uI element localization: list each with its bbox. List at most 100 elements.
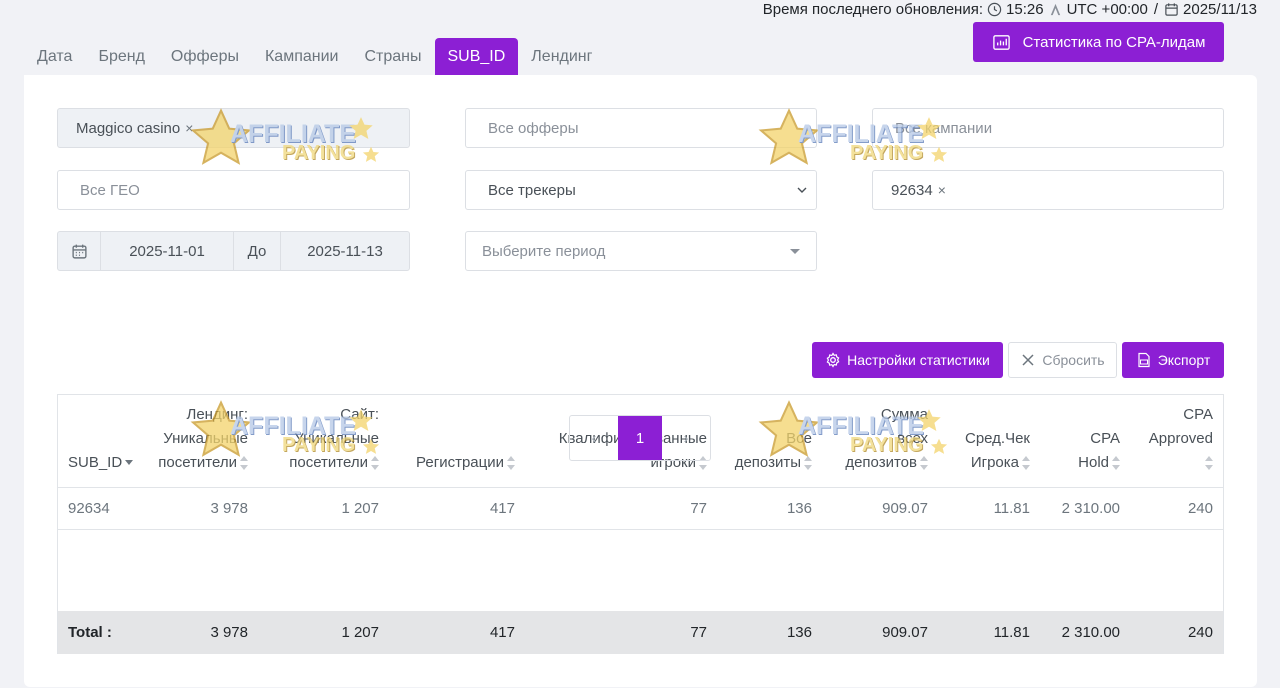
period-placeholder: Выберите период [482, 242, 606, 260]
col-avg-check[interactable]: Сред.Чек Игрока [938, 395, 1040, 487]
calendar-icon [1165, 2, 1178, 16]
cell-site-unique: 1 207 [258, 486, 389, 530]
sort-icon [920, 455, 928, 470]
total-cpa-hold: 2 310.00 [1061, 624, 1120, 641]
total-landing-unique: 3 978 [210, 624, 248, 641]
total-avg-check: 11.81 [993, 624, 1030, 641]
timezone-icon [1050, 3, 1060, 15]
cpa-leads-stats-button[interactable]: Статистика по CPA-лидам [973, 22, 1224, 62]
brand-select[interactable]: Maggico casino × [57, 108, 410, 148]
campaigns-select[interactable]: Все кампании [872, 108, 1224, 148]
last-update-label: Время последнего обновления: [762, 0, 984, 18]
total-label: Total : [68, 624, 112, 641]
close-icon [1022, 354, 1034, 366]
trackers-value: Все трекеры [488, 181, 576, 199]
stats-table: SUB_ID Лендинг: Уникальные посетители Сайт… [57, 394, 1224, 654]
stats-settings-label: Настройки статистики [847, 352, 990, 368]
tab-campaigns[interactable]: Кампании [252, 38, 352, 75]
col-deposits-sum[interactable]: Сумма всех депозитов [822, 395, 938, 487]
cell-sub-id: 92634 [58, 486, 148, 530]
offers-placeholder: Все офферы [488, 119, 579, 137]
last-update-bar: Время последнего обновления: 15:26 UTC +… [763, 0, 1257, 18]
sort-icon [1205, 455, 1213, 470]
period-select[interactable]: Выберите период [465, 231, 817, 271]
col-registrations[interactable]: Регистрации [389, 395, 525, 487]
date-range-picker: 2025-11-01 До 2025-11-13 [57, 231, 410, 271]
col-sub-id[interactable]: SUB_ID [58, 395, 148, 487]
geo-placeholder: Все ГЕО [80, 181, 140, 199]
subid-tag-label: 92634 [891, 181, 933, 199]
cell-cpa-approved: 240 [1130, 486, 1223, 530]
tab-countries[interactable]: Страны [351, 38, 434, 75]
chevron-down-icon [797, 187, 807, 193]
calendar-icon [71, 244, 87, 259]
col-cpa-approved[interactable]: CPA Approved [1130, 395, 1223, 487]
export-button[interactable]: Экспорт [1122, 342, 1224, 378]
total-site-unique: 1 207 [341, 624, 379, 641]
date-to-input[interactable]: 2025-11-13 [281, 232, 409, 270]
pagination: ‹ 1 › [569, 415, 711, 461]
export-label: Экспорт [1157, 352, 1211, 368]
date-to-label: До [234, 232, 281, 270]
subid-tag-remove[interactable]: × [938, 182, 946, 198]
pagination-next[interactable]: › [662, 416, 710, 460]
sort-icon [507, 455, 515, 470]
tab-sub-id[interactable]: SUB_ID [434, 38, 519, 75]
reset-label: Сбросить [1042, 352, 1105, 368]
col-cpa-hold[interactable]: CPA Hold [1040, 395, 1130, 487]
tab-date[interactable]: Дата [24, 38, 85, 75]
col-landing-unique[interactable]: Лендинг: Уникальные посетители [148, 395, 258, 487]
table-row: 92634 3 978 1 207 417 77 136 909.07 11.8… [58, 486, 1223, 530]
total-deposits-sum: 909.07 [882, 624, 928, 641]
subid-select[interactable]: 92634 × [872, 170, 1224, 210]
stats-settings-button[interactable]: Настройки статистики [812, 342, 1003, 378]
brand-tag: Maggico casino × [76, 120, 193, 137]
tab-landing[interactable]: Лендинг [518, 38, 605, 75]
cpa-leads-stats-label: Статистика по CPA-лидам [1022, 33, 1206, 51]
cell-registrations: 417 [389, 486, 525, 530]
clock-icon [987, 2, 1002, 16]
pagination-prev[interactable]: ‹ [570, 416, 618, 460]
subid-tag: 92634 × [891, 182, 946, 199]
cell-qualified-players: 77 [525, 486, 717, 530]
col-site-unique[interactable]: Сайт: Уникальные посетители [258, 395, 389, 487]
col-all-deposits[interactable]: Все депозиты [717, 395, 822, 487]
reset-button[interactable]: Сбросить [1008, 342, 1117, 378]
cell-deposits-sum: 909.07 [822, 486, 938, 530]
cell-avg-check: 11.81 [938, 486, 1040, 530]
total-registrations: 417 [489, 624, 515, 641]
chart-icon [992, 34, 1010, 50]
last-update-time: 15:26 [1006, 0, 1044, 18]
date-from-input[interactable]: 2025-11-01 [101, 232, 234, 270]
tab-brand[interactable]: Бренд [85, 38, 157, 75]
caret-down-icon [790, 249, 800, 254]
report-tabs: Дата Бренд Офферы Кампании Страны SUB_ID… [24, 38, 605, 75]
brand-tag-remove[interactable]: × [185, 120, 193, 136]
total-cpa-approved: 240 [1187, 624, 1213, 641]
total-all-deposits: 136 [786, 624, 812, 641]
tab-offers[interactable]: Офферы [158, 38, 252, 75]
offers-select[interactable]: Все офферы [465, 108, 817, 148]
sort-icon [804, 455, 812, 470]
totals-row: Total : 3 978 1 207 417 77 136 909.07 11… [58, 611, 1223, 654]
last-update-date: 2025/11/13 [1183, 0, 1257, 18]
timezone-value: UTC +00:00 [1066, 0, 1148, 18]
date-range-calendar-button[interactable] [58, 232, 101, 270]
sort-icon [1022, 455, 1030, 470]
campaigns-placeholder: Все кампании [895, 119, 993, 137]
gear-icon [826, 352, 840, 368]
cell-landing-unique: 3 978 [148, 486, 258, 530]
sort-desc-icon [125, 460, 134, 466]
pagination-page-1[interactable]: 1 [618, 416, 662, 460]
header-separator: / [1153, 0, 1159, 18]
total-qualified-players: 77 [690, 624, 707, 641]
trackers-select[interactable]: Все трекеры [465, 170, 817, 210]
brand-tag-label: Maggico casino [76, 119, 181, 137]
sort-icon [1112, 455, 1120, 470]
geo-select[interactable]: Все ГЕО [57, 170, 410, 210]
sort-icon [240, 455, 248, 470]
sort-icon [371, 455, 379, 470]
cell-all-deposits: 136 [717, 486, 822, 530]
export-icon [1138, 352, 1150, 368]
cell-cpa-hold: 2 310.00 [1040, 486, 1130, 530]
